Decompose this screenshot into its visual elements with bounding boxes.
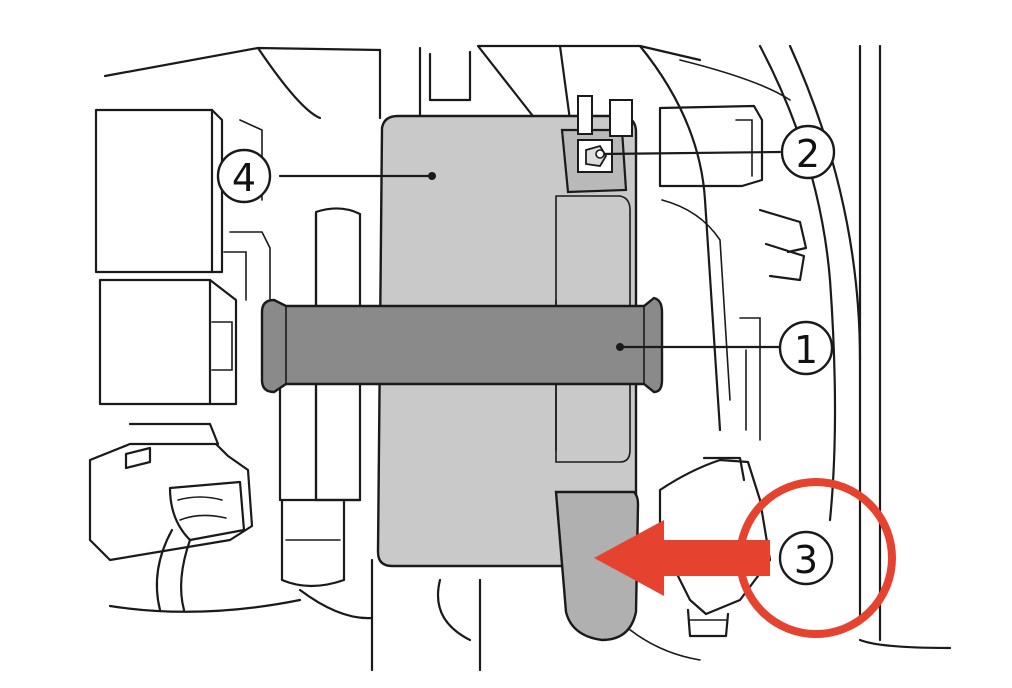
- nut-bracket: [560, 95, 633, 194]
- module-callout: 4: [216, 148, 272, 204]
- module-leader-dot: [428, 172, 436, 180]
- module-callout-label: 4: [232, 156, 256, 200]
- strap-callout: 1: [778, 320, 834, 376]
- nut-callout-label: 2: [796, 132, 820, 176]
- installation-diagram: 4 2 1 3: [88, 44, 952, 672]
- clip-callout: 3: [778, 530, 834, 586]
- nut-callout: 2: [780, 124, 836, 180]
- nut-leader-dot: [595, 149, 605, 159]
- strap-callout-label: 1: [794, 328, 818, 372]
- strap-leader-dot: [616, 343, 624, 351]
- strap: [260, 296, 664, 394]
- clip-callout-label: 3: [794, 538, 818, 582]
